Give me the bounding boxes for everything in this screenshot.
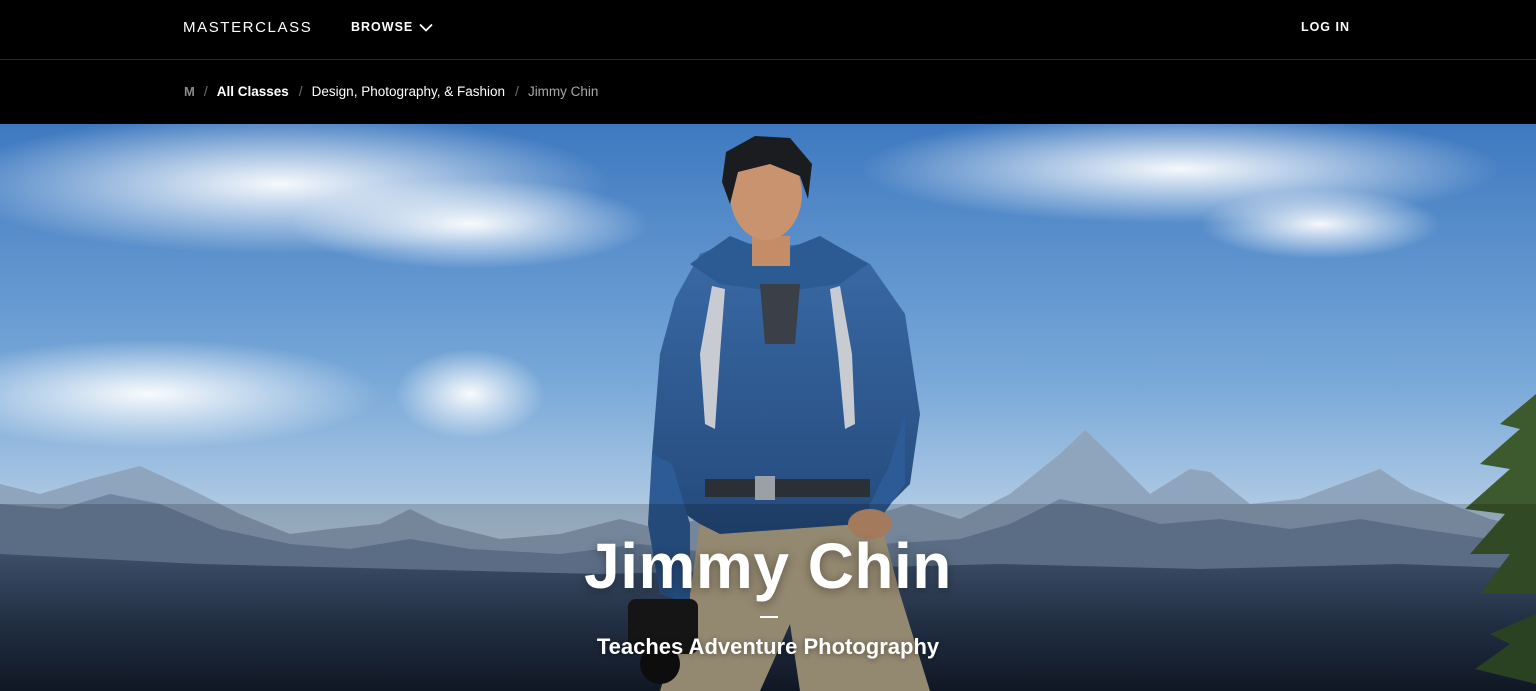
breadcrumb-separator: / [515,83,519,99]
breadcrumb-separator: / [298,83,303,99]
instructor-name: Jimmy Chin [584,530,952,602]
masterclass-m-icon[interactable]: M [184,84,195,99]
chevron-down-icon [419,23,433,32]
breadcrumb-separator: / [203,83,208,99]
class-subtitle: Teaches Adventure Photography [596,634,940,659]
breadcrumb-bar: M / All Classes / Design, Photography, &… [0,60,1536,124]
browse-label: BROWSE [351,20,414,34]
breadcrumb-all-classes[interactable]: All Classes [217,84,289,99]
hero-banner: Jimmy Chin Teaches Adventure Photography [0,124,1536,691]
masterclass-logo[interactable]: MASTERCLASS [183,19,312,36]
breadcrumb-current: Jimmy Chin [527,83,599,99]
title-divider [760,616,778,618]
browse-menu-button[interactable]: BROWSE [351,20,433,34]
breadcrumb: M / All Classes / Design, Photography, &… [184,83,598,99]
top-nav: MASTERCLASS BROWSE LOG IN [0,0,1536,60]
breadcrumb-category[interactable]: Design, Photography, & Fashion [312,84,505,99]
login-link[interactable]: LOG IN [1301,20,1350,34]
hero-image [0,124,1536,691]
